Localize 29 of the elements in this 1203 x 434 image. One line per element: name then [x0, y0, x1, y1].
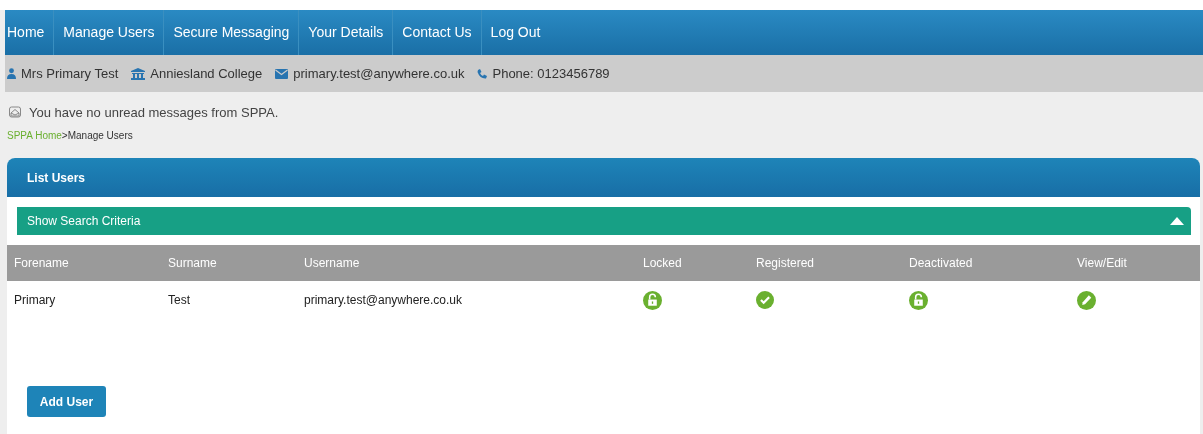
user-name: Mrs Primary Test: [21, 66, 119, 81]
building-icon: [131, 67, 146, 80]
column-header: Username: [303, 256, 361, 270]
search-criteria-toggle[interactable]: Show Search Criteria: [17, 207, 1191, 235]
organisation-name: Anniesland College: [150, 66, 263, 81]
table-cell-text: primary.test@anywhere.co.uk: [303, 293, 463, 307]
breadcrumb-separator: >: [61, 130, 68, 141]
pencil-icon[interactable]: [1077, 290, 1096, 310]
message-icon: [9, 106, 21, 118]
caret-icon: [1170, 217, 1184, 225]
column-header: Deactivated: [908, 256, 974, 270]
breadcrumb-link[interactable]: SPPA Home: [7, 130, 62, 141]
column-header: View/Edit: [1076, 256, 1128, 270]
column-header: Registered: [755, 256, 816, 270]
column-header: Surname: [167, 256, 218, 270]
envelope-icon: [275, 68, 289, 79]
panel-title: List Users: [27, 170, 86, 185]
nav-link[interactable]: Log Out: [481, 10, 550, 55]
message-text: You have no unread messages from SPPA.: [29, 104, 279, 120]
person-icon: [7, 68, 16, 79]
column-header: Forename: [13, 256, 70, 270]
user-phone: Phone: 0123456789: [492, 66, 610, 81]
user-email: primary.test@anywhere.co.uk: [293, 66, 465, 81]
breadcrumb-current: Manage Users: [67, 130, 133, 141]
add-user-button[interactable]: Add User: [27, 386, 106, 417]
column-header: Locked: [642, 256, 683, 270]
phone-icon: [477, 68, 488, 79]
table-cell-text: Test: [167, 293, 191, 307]
table-cell-text: Primary: [13, 293, 57, 307]
